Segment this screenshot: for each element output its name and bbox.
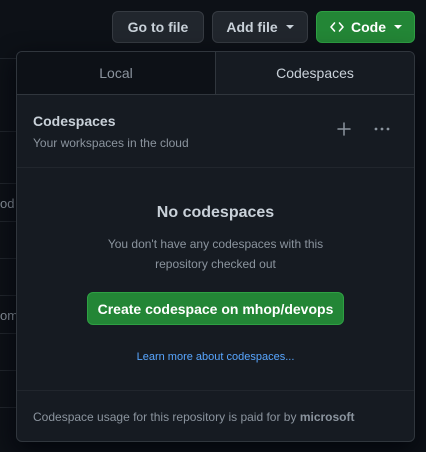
tab-local[interactable]: Local — [17, 52, 216, 94]
create-codespace-button[interactable]: Create codespace on mhop/devops — [87, 292, 344, 325]
empty-state: No codespaces You don't have any codespa… — [17, 169, 414, 389]
file-list-background — [0, 58, 16, 452]
divider — [0, 370, 16, 371]
code-button[interactable]: Code — [316, 11, 415, 43]
background-text-fragment: om — [0, 308, 16, 323]
divider — [0, 131, 16, 132]
page: od om Go to file Add file Code Local Cod… — [0, 0, 426, 452]
divider — [0, 58, 16, 59]
code-label: Code — [351, 19, 386, 35]
background-text-fragment: od — [0, 196, 15, 211]
codespaces-header: Codespaces Your workspaces in the cloud — [17, 96, 414, 168]
divider — [0, 221, 16, 222]
divider — [0, 295, 16, 296]
divider — [0, 407, 16, 408]
add-file-label: Add file — [226, 19, 278, 35]
go-to-file-button[interactable]: Go to file — [112, 11, 204, 43]
caret-down-icon — [285, 25, 294, 29]
dropdown-tabs: Local Codespaces — [17, 52, 414, 95]
dropdown-footer: Codespace usage for this repository is p… — [17, 390, 414, 441]
billing-note-text: Codespace usage for this repository is p… — [33, 410, 297, 424]
codespaces-subtitle: Your workspaces in the cloud — [33, 136, 189, 150]
code-brackets-icon — [330, 22, 344, 32]
empty-state-title: No codespaces — [156, 204, 275, 221]
codespaces-title: Codespaces — [33, 113, 116, 129]
caret-down-icon — [394, 25, 402, 29]
code-dropdown-panel: Local Codespaces Codespaces Your workspa… — [16, 51, 415, 442]
billing-payer: microsoft — [299, 410, 355, 424]
kebab-horizontal-icon[interactable] — [373, 122, 391, 136]
divider — [0, 258, 16, 259]
go-to-file-label: Go to file — [127, 19, 189, 35]
empty-state-description: You don't have any codespaces with this … — [107, 237, 324, 271]
learn-more-link[interactable]: Learn more about codespaces... — [17, 351, 414, 363]
tab-codespaces[interactable]: Codespaces — [216, 52, 414, 94]
plus-icon[interactable] — [337, 122, 351, 136]
divider — [0, 333, 16, 334]
divider — [0, 183, 16, 184]
billing-note: Codespace usage for this repository is p… — [33, 410, 355, 424]
add-file-button[interactable]: Add file — [212, 11, 308, 43]
